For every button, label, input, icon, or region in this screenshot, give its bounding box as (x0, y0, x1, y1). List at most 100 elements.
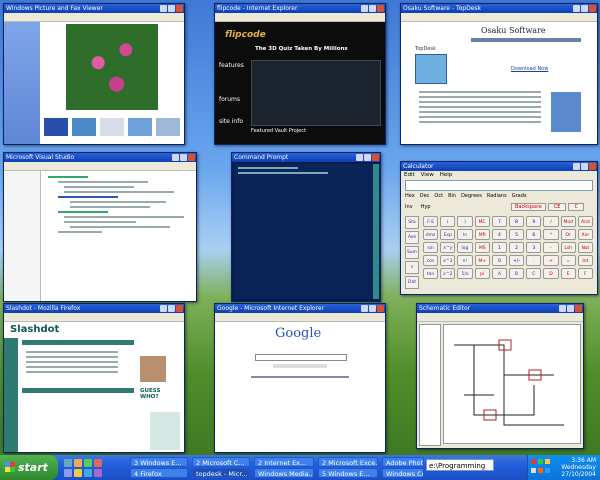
calc-key[interactable]: Lsh (560, 242, 576, 253)
minimize-icon[interactable] (361, 5, 368, 12)
calc-key[interactable]: MR (474, 229, 490, 240)
thumbnail[interactable] (72, 118, 96, 136)
maximize-icon[interactable] (581, 5, 588, 12)
calc-key[interactable]: And (577, 216, 593, 227)
calc-key[interactable]: . (526, 255, 542, 266)
c-button[interactable]: C (568, 203, 584, 211)
editor-titlebar[interactable]: Microsoft Visual Studio (4, 153, 196, 162)
thumbnail[interactable] (128, 118, 152, 136)
taskbar-button-explorer-2[interactable]: 5 Windows E... (318, 468, 378, 478)
menu-view[interactable]: View (421, 172, 434, 178)
quicklaunch-icon[interactable] (64, 459, 72, 467)
scrollbar[interactable] (373, 164, 379, 299)
nav-forums[interactable]: forums (219, 96, 240, 103)
close-icon[interactable] (372, 154, 379, 161)
check-hyp[interactable]: Hyp (421, 204, 431, 210)
tray-icon[interactable] (538, 468, 543, 473)
editor-window[interactable]: Microsoft Visual Studio (3, 152, 197, 302)
osaku-window[interactable]: Osaku Software - TopDesk Osaku Software … (400, 3, 598, 145)
component-palette[interactable] (419, 324, 441, 446)
calc-key[interactable]: 1 (491, 242, 507, 253)
minimize-icon[interactable] (356, 154, 363, 161)
close-icon[interactable] (188, 154, 195, 161)
close-icon[interactable] (176, 5, 183, 12)
flipcode-titlebar[interactable]: flipcode - Internet Explorer (215, 4, 385, 13)
calc-key[interactable]: M+ (474, 255, 490, 266)
tray-icon[interactable] (531, 468, 536, 473)
close-icon[interactable] (176, 305, 183, 312)
calculator-window[interactable]: Calculator Edit View Help Hex Dec Oct Bi… (400, 161, 598, 295)
menu-edit[interactable]: Edit (404, 172, 415, 178)
tray-icon[interactable] (545, 459, 550, 464)
tray-icon[interactable] (545, 468, 550, 473)
tray-icon[interactable] (538, 459, 543, 464)
calc-key[interactable]: tan (423, 268, 439, 279)
console-titlebar[interactable]: Command Prompt (232, 153, 380, 162)
radio-grads[interactable]: Grads (512, 193, 527, 201)
footer-links[interactable] (251, 376, 349, 378)
circuit-window[interactable]: Schematic Editor (416, 303, 584, 449)
calc-key[interactable]: Exp (440, 229, 456, 240)
calc-key[interactable]: sin (423, 242, 439, 253)
quicklaunch-icon[interactable] (84, 469, 92, 477)
calc-key[interactable]: MS (474, 242, 490, 253)
code-pane[interactable] (44, 173, 194, 299)
close-icon[interactable] (589, 163, 596, 170)
sta-button[interactable]: Sta (405, 216, 419, 229)
google-window[interactable]: Google - Microsoft Internet Explorer Goo… (214, 303, 386, 453)
calc-key[interactable]: x^2 (440, 268, 456, 279)
maximize-icon[interactable] (168, 5, 175, 12)
calc-key[interactable]: 4 (491, 229, 507, 240)
taskbar-button-photoshop[interactable]: Adobe Photoshop (382, 457, 424, 467)
minimize-icon[interactable] (361, 305, 368, 312)
taskbar-button-firefox[interactable]: 4 Firefox (130, 468, 188, 478)
guess-who-ad[interactable]: GUESS WHO? (140, 388, 170, 400)
minimize-icon[interactable] (573, 5, 580, 12)
slashdot-window[interactable]: Slashdot - Mozilla Firefox Slashdot GUES… (3, 303, 185, 453)
calc-key[interactable]: x^y (440, 242, 456, 253)
calc-key[interactable]: = (560, 255, 576, 266)
clock[interactable]: 3:36 AM Wednesday 27/10/2004 (561, 457, 596, 478)
menu-help[interactable]: Help (440, 172, 453, 178)
quicklaunch-icon[interactable] (94, 469, 102, 477)
calc-key[interactable]: B (508, 268, 525, 279)
minimize-icon[interactable] (559, 305, 566, 312)
calc-key[interactable]: x^3 (440, 255, 456, 266)
maximize-icon[interactable] (180, 154, 187, 161)
quicklaunch-icon[interactable] (74, 469, 82, 477)
check-inv[interactable]: Inv (405, 204, 413, 210)
calc-key[interactable]: / (543, 216, 559, 227)
search-buttons[interactable] (273, 364, 327, 368)
ce-button[interactable]: CE (547, 203, 567, 211)
sum-button[interactable]: Sum (405, 246, 419, 259)
calc-key[interactable]: * (543, 229, 559, 240)
radio-radians[interactable]: Radians (487, 193, 507, 201)
calc-key[interactable]: A (491, 268, 507, 279)
calc-key[interactable]: 9 (526, 216, 542, 227)
calc-key[interactable]: n! (457, 255, 473, 266)
calc-key[interactable]: Int (577, 255, 593, 266)
calc-key[interactable]: Xor (577, 229, 593, 240)
calc-key[interactable]: + (543, 255, 559, 266)
google-titlebar[interactable]: Google - Microsoft Internet Explorer (215, 304, 385, 313)
calc-key[interactable]: F (577, 268, 593, 279)
calc-key[interactable]: ln (457, 229, 473, 240)
close-icon[interactable] (377, 305, 384, 312)
taskbar-button-ie[interactable]: 2 Internet Ex... (254, 457, 314, 467)
calculator-titlebar[interactable]: Calculator (401, 162, 597, 171)
minimize-icon[interactable] (160, 5, 167, 12)
radio-bin[interactable]: Bin (448, 193, 456, 201)
calc-key[interactable]: 3 (526, 242, 542, 253)
calc-key[interactable]: Mod (560, 216, 576, 227)
calc-key[interactable]: 6 (526, 229, 542, 240)
thumbnail[interactable] (44, 118, 68, 136)
calc-key[interactable]: Not (577, 242, 593, 253)
dat-button[interactable]: Dat (405, 276, 419, 289)
taskbar-button-msdev[interactable]: 2 Microsoft C... (192, 457, 250, 467)
start-button[interactable]: start (0, 455, 58, 480)
nav-site-info[interactable]: site info (219, 118, 243, 125)
maximize-icon[interactable] (369, 305, 376, 312)
calc-key[interactable]: - (543, 242, 559, 253)
minimize-icon[interactable] (160, 305, 167, 312)
taskbar-button-explorer[interactable]: 3 Windows E... (130, 457, 188, 467)
